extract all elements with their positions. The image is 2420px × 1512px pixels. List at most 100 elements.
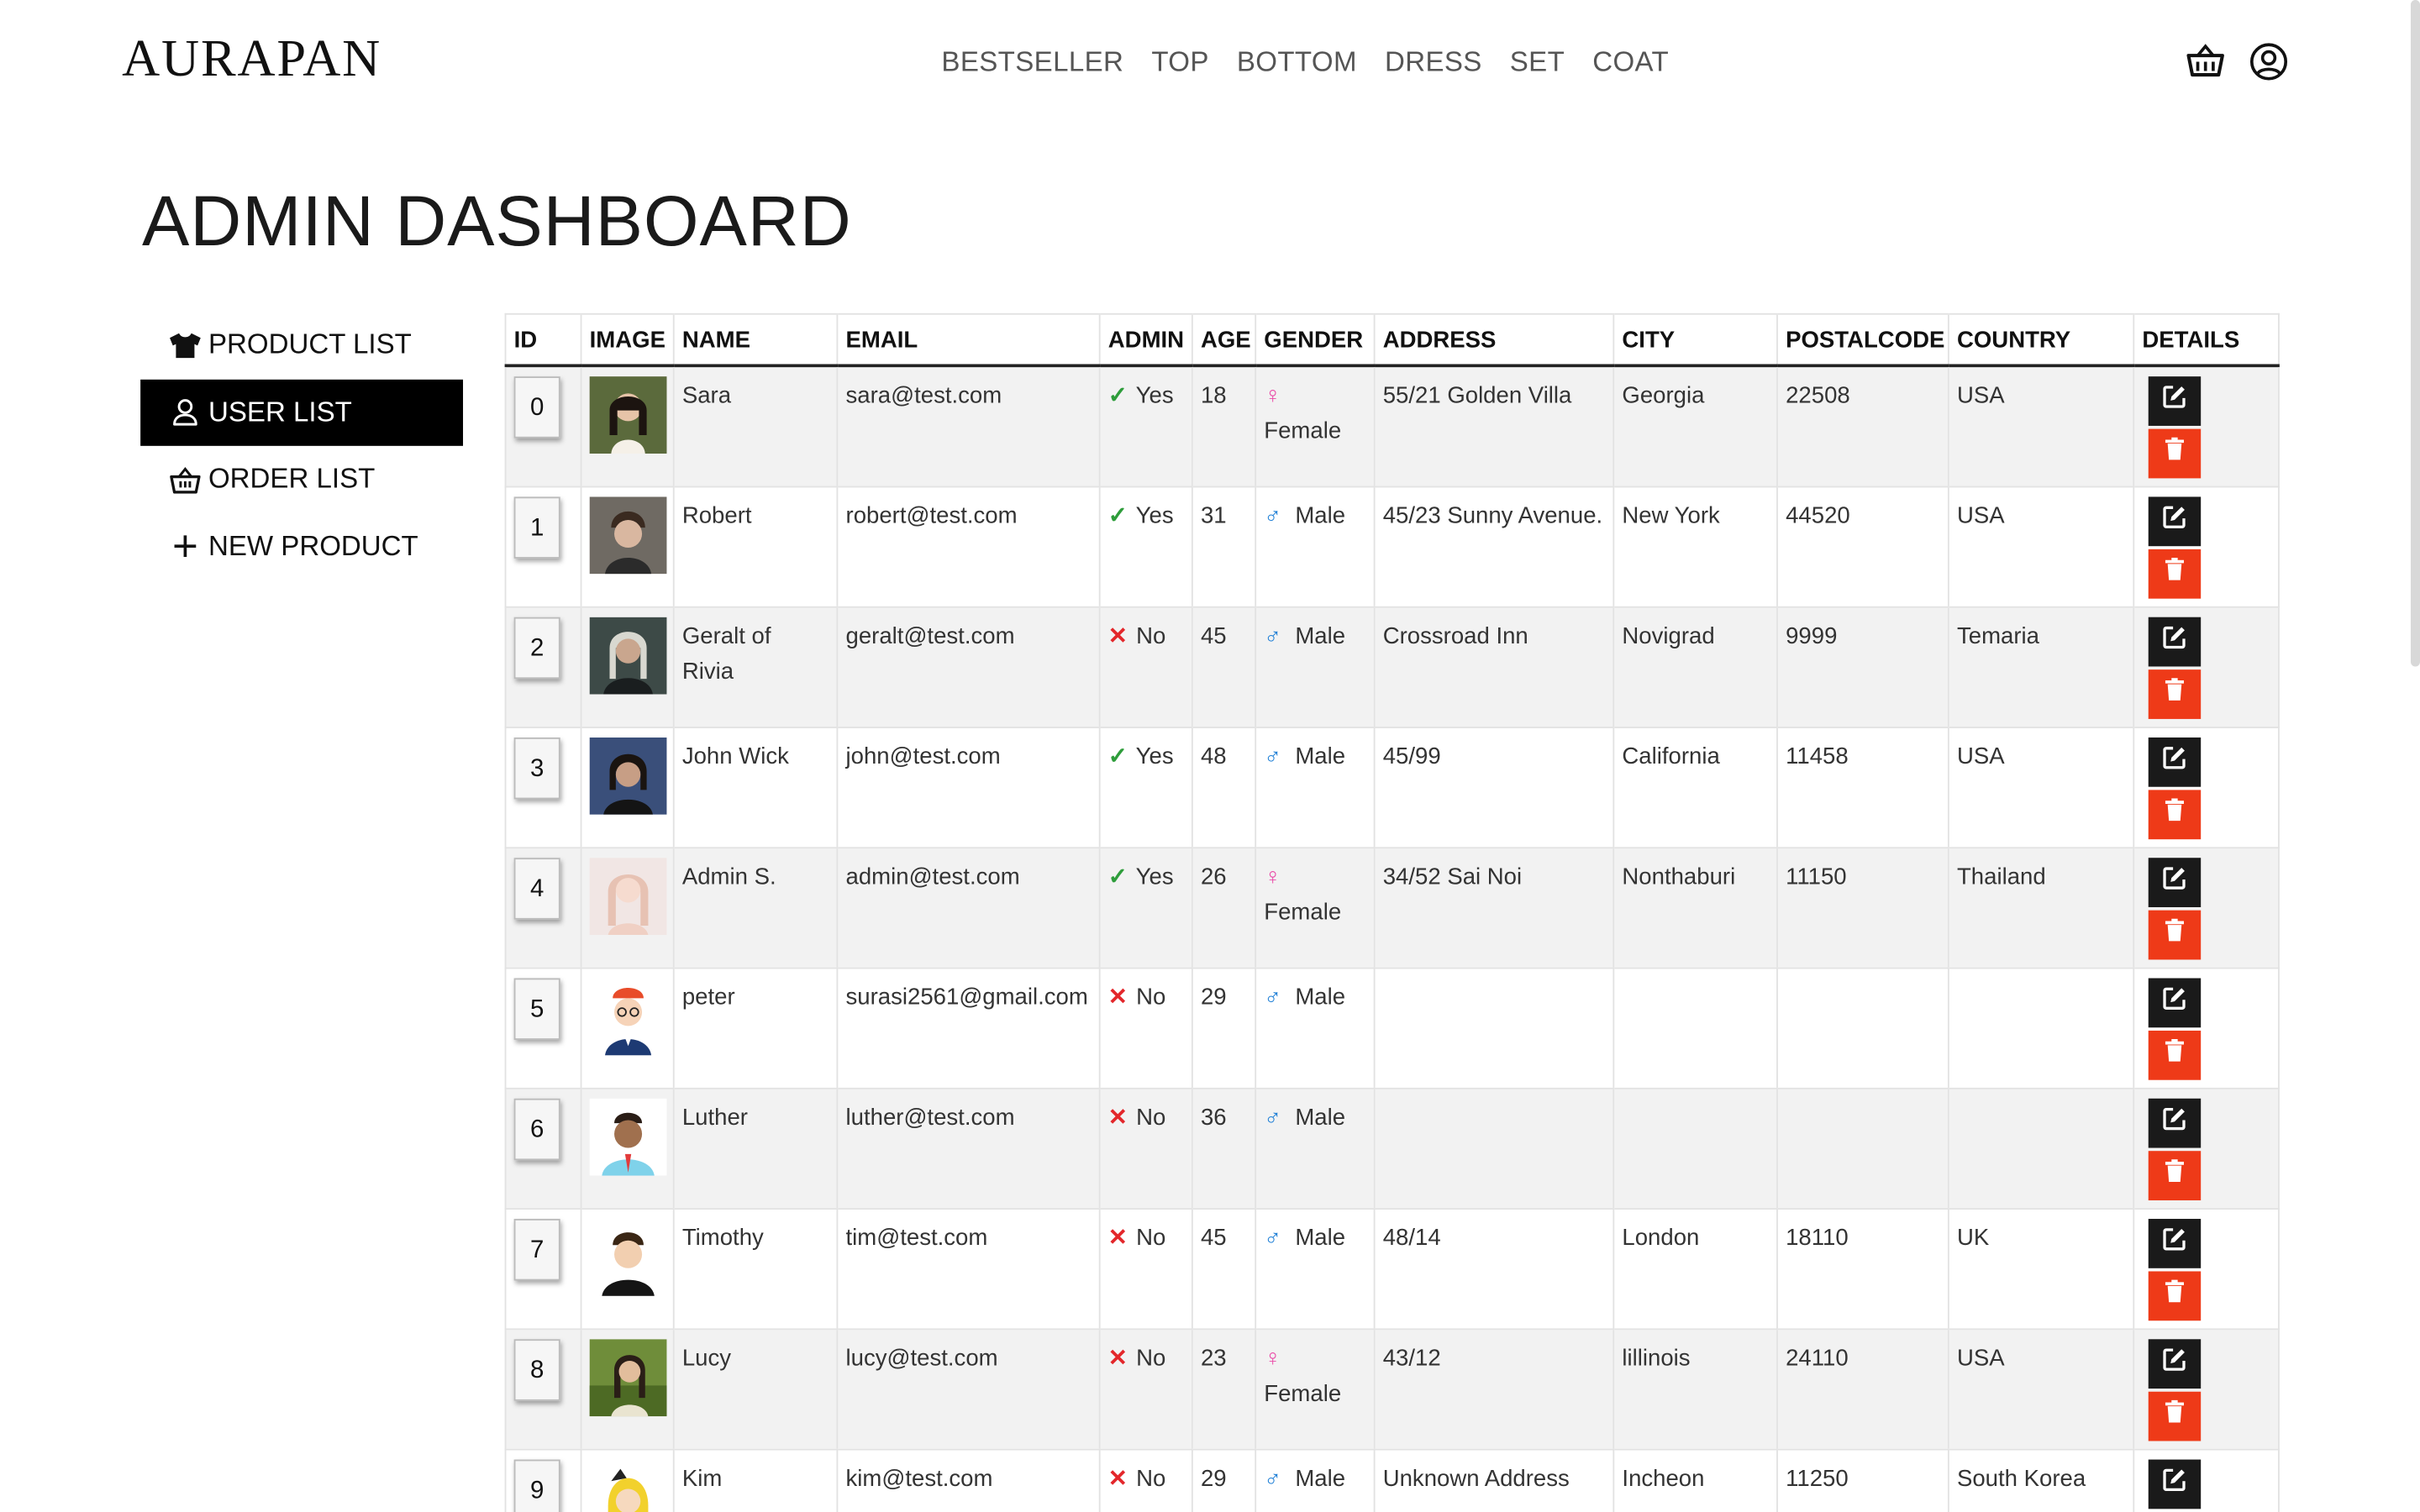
- edit-user-button[interactable]: [2148, 1219, 2202, 1268]
- nav-set[interactable]: SET: [1510, 46, 1565, 79]
- cell-admin: ✓ Yes: [1098, 486, 1192, 608]
- sidebar-item-user-list[interactable]: USER LIST: [140, 378, 464, 446]
- id-badge: 6: [513, 1098, 560, 1161]
- table-row: 3 John Wick john@test.com ✓ Yes 48 ♂ Male 45/9…: [504, 727, 2280, 849]
- cell-name: Geralt of Rivia: [672, 606, 838, 728]
- nav-top[interactable]: TOP: [1151, 46, 1208, 79]
- cell-image: [580, 606, 674, 728]
- user-table-container: ID IMAGE NAME EMAIL ADMIN AGE GENDER ADD…: [504, 312, 2280, 1512]
- id-badge: 1: [513, 496, 560, 559]
- avatar: [589, 1219, 667, 1296]
- delete-user-button[interactable]: [2148, 1391, 2202, 1441]
- cell-city: Georgia: [1612, 365, 1777, 488]
- nav-dress[interactable]: DRESS: [1385, 46, 1482, 79]
- cross-icon: ✕: [1107, 623, 1128, 650]
- cell-admin: ✕ No: [1098, 1449, 1192, 1512]
- col-header-gender[interactable]: GENDER: [1255, 312, 1375, 368]
- gender-value: Male: [1295, 743, 1346, 770]
- avatar: [589, 858, 667, 936]
- col-header-id[interactable]: ID: [504, 312, 581, 368]
- delete-user-button[interactable]: [2148, 910, 2202, 960]
- cell-country: [1947, 1088, 2134, 1210]
- id-badge: 7: [513, 1219, 560, 1281]
- user-circle-icon[interactable]: [2249, 42, 2289, 82]
- col-header-age[interactable]: AGE: [1191, 312, 1256, 368]
- header-actions: [2186, 42, 2289, 82]
- cell-postalcode: 11458: [1776, 727, 1949, 849]
- cell-city: Novigrad: [1612, 606, 1777, 728]
- delete-user-button[interactable]: [2148, 428, 2202, 479]
- cell-admin: ✓ Yes: [1098, 727, 1192, 849]
- cell-admin: ✓ Yes: [1098, 365, 1192, 488]
- sidebar-item-new-product[interactable]: NEW PRODUCT: [140, 513, 463, 580]
- delete-user-button[interactable]: [2148, 1271, 2202, 1321]
- cell-gender: ♀ Female: [1255, 365, 1375, 488]
- cell-image: [580, 1449, 674, 1512]
- nav-bottom[interactable]: BOTTOM: [1237, 46, 1357, 79]
- cell-admin: ✕ No: [1098, 1209, 1192, 1331]
- cell-age: 29: [1191, 968, 1256, 1089]
- edit-user-button[interactable]: [2148, 978, 2202, 1028]
- cell-id: 7: [504, 1209, 581, 1331]
- col-header-name[interactable]: NAME: [672, 312, 838, 368]
- tshirt-icon: [168, 330, 202, 361]
- col-header-image[interactable]: IMAGE: [580, 312, 674, 368]
- gender-value: Male: [1295, 1105, 1346, 1131]
- male-icon: ♂: [1264, 743, 1281, 770]
- nav-coat[interactable]: COAT: [1592, 46, 1669, 79]
- basket-icon[interactable]: [2186, 42, 2226, 82]
- trash-icon: [2164, 797, 2186, 832]
- page-scrollbar[interactable]: [2410, 0, 2420, 667]
- admin-value: No: [1136, 623, 1166, 650]
- user-table-body: 0 Sara sara@test.com ✓ Yes 18 ♀ Female 55/21 Go…: [504, 365, 2280, 1512]
- cell-country: [1947, 968, 2134, 1089]
- cell-gender: ♂ Male: [1255, 606, 1375, 728]
- cell-gender: ♂ Male: [1255, 1449, 1375, 1512]
- edit-user-button[interactable]: [2148, 1098, 2202, 1148]
- cell-email: robert@test.com: [836, 486, 1100, 608]
- cell-postalcode: 24110: [1776, 1329, 1949, 1451]
- cell-email: lucy@test.com: [836, 1329, 1100, 1451]
- delete-user-button[interactable]: [2148, 549, 2202, 599]
- edit-user-button[interactable]: [2148, 1339, 2202, 1389]
- brand-logo[interactable]: AURAPAN: [122, 31, 381, 90]
- sidebar-item-product-list[interactable]: PRODUCT LIST: [140, 312, 463, 379]
- female-icon: ♀: [1264, 382, 1281, 409]
- edit-user-button[interactable]: [2148, 858, 2202, 907]
- table-row: 4 Admin S. admin@test.com ✓ Yes 26 ♀ Female 34/…: [504, 848, 2280, 969]
- delete-user-button[interactable]: [2148, 790, 2202, 840]
- delete-user-button[interactable]: [2148, 1030, 2202, 1080]
- edit-user-button[interactable]: [2148, 1459, 2202, 1509]
- cell-address: 45/99: [1373, 727, 1614, 849]
- col-header-email[interactable]: EMAIL: [836, 312, 1100, 368]
- edit-user-button[interactable]: [2148, 376, 2202, 426]
- edit-user-button[interactable]: [2148, 617, 2202, 667]
- cell-details: [2133, 1449, 2280, 1512]
- delete-user-button[interactable]: [2148, 1151, 2202, 1200]
- admin-value: Yes: [1135, 864, 1174, 890]
- plus-icon: [168, 531, 202, 562]
- cell-address: Crossroad Inn: [1373, 606, 1614, 728]
- col-header-postalcode[interactable]: POSTALCODE: [1776, 312, 1949, 368]
- delete-user-button[interactable]: [2148, 669, 2202, 719]
- col-header-country[interactable]: COUNTRY: [1947, 312, 2134, 368]
- col-header-admin[interactable]: ADMIN: [1098, 312, 1192, 368]
- cell-image: [580, 1329, 674, 1451]
- cell-gender: ♂ Male: [1255, 968, 1375, 1089]
- nav-bestseller[interactable]: BESTSELLER: [941, 46, 1123, 79]
- col-header-details[interactable]: DETAILS: [2133, 312, 2280, 368]
- sidebar-item-label: ORDER LIST: [208, 463, 376, 495]
- admin-value: No: [1136, 1105, 1166, 1131]
- sidebar-item-order-list[interactable]: ORDER LIST: [140, 446, 463, 513]
- admin-value: Yes: [1135, 743, 1174, 770]
- cross-icon: ✕: [1107, 1105, 1128, 1131]
- edit-user-button[interactable]: [2148, 496, 2202, 547]
- id-badge: 0: [513, 376, 560, 438]
- avatar: [589, 1098, 667, 1176]
- cell-email: kim@test.com: [836, 1449, 1100, 1512]
- col-header-city[interactable]: CITY: [1612, 312, 1777, 368]
- cell-postalcode: 44520: [1776, 486, 1949, 608]
- edit-user-button[interactable]: [2148, 737, 2202, 787]
- col-header-address[interactable]: ADDRESS: [1373, 312, 1614, 368]
- cell-gender: ♂ Male: [1255, 1088, 1375, 1210]
